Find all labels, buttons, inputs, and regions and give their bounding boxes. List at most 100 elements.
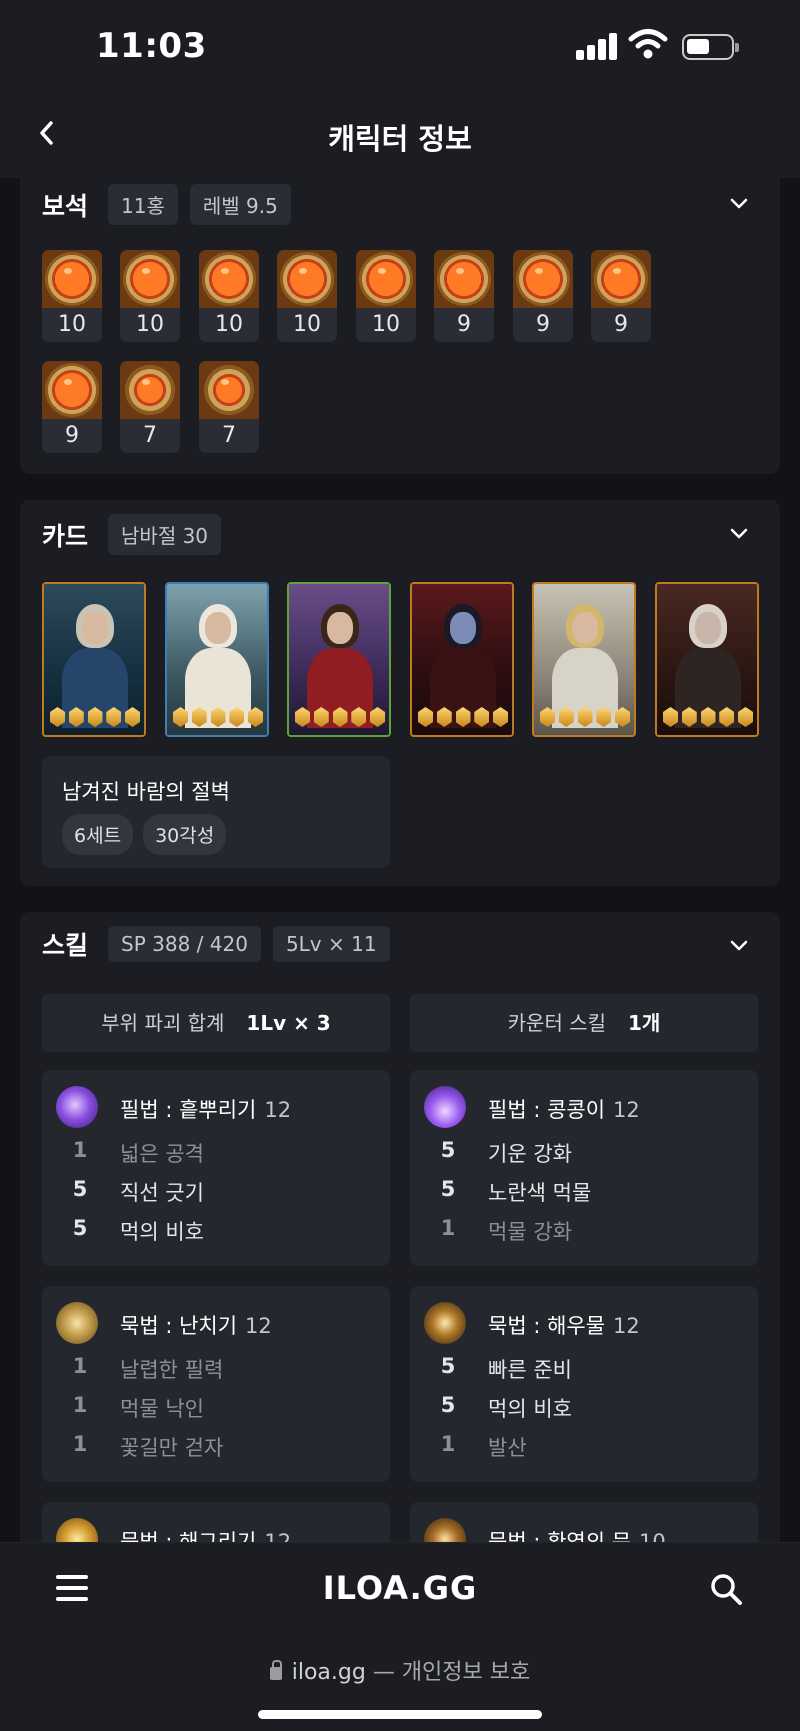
gems-count-chip: 11홍 bbox=[108, 184, 178, 225]
gem-icon bbox=[199, 361, 259, 419]
gems-title: 보석 bbox=[42, 191, 89, 221]
skill-icon bbox=[56, 1086, 98, 1128]
gem-slot[interactable]: 9 bbox=[42, 361, 102, 453]
part-break-summary: 부위 파괴 합계 1Lv × 3 bbox=[42, 994, 390, 1052]
card-set-chip: 남바절 30 bbox=[108, 514, 222, 555]
tripod-row: 1 넓은 공격 bbox=[72, 1138, 204, 1166]
awakening-stars-icon bbox=[540, 707, 630, 727]
chevron-down-icon[interactable] bbox=[728, 934, 750, 956]
gem-slot[interactable]: 10 bbox=[277, 250, 337, 342]
skill-card[interactable]: 묵법 : 해그리기 12 bbox=[42, 1502, 390, 1542]
card-portrait[interactable] bbox=[532, 582, 636, 737]
search-icon[interactable] bbox=[708, 1571, 744, 1607]
skill-level: 12 bbox=[264, 1098, 292, 1122]
gem-level: 9 bbox=[457, 312, 471, 337]
skill-icon bbox=[424, 1518, 466, 1542]
chevron-down-icon[interactable] bbox=[728, 192, 750, 214]
gem-slot[interactable]: 9 bbox=[434, 250, 494, 342]
gem-icon bbox=[42, 361, 102, 419]
gem-slot[interactable]: 10 bbox=[42, 250, 102, 342]
lock-icon bbox=[269, 1660, 282, 1680]
cards-title: 카드 bbox=[42, 521, 89, 551]
skill-name: 묵법 : 환영의 문 bbox=[488, 1530, 632, 1542]
gems-level-chip: 레벨 9.5 bbox=[189, 184, 291, 225]
skill-level: 12 bbox=[613, 1098, 640, 1122]
skill-points-chip: SP 388 / 420 bbox=[108, 926, 261, 962]
skill-card[interactable]: 묵법 : 환영의 문 10 bbox=[410, 1502, 758, 1542]
gem-level: 9 bbox=[536, 312, 550, 337]
app-header: 캐릭터 정보 bbox=[0, 90, 800, 178]
skill-card[interactable]: 묵법 : 난치기 12 1 날렵한 필력 1 먹물 낙인 1 꽃길만 걷자 bbox=[42, 1286, 390, 1482]
gem-slot[interactable]: 7 bbox=[120, 361, 180, 453]
gem-icon bbox=[356, 250, 416, 308]
tripod-row: 5 빠른 준비 bbox=[440, 1354, 572, 1382]
tripod-row: 5 먹의 비호 bbox=[440, 1393, 572, 1421]
card-portrait[interactable] bbox=[410, 582, 514, 737]
gem-icon bbox=[591, 250, 651, 308]
skill-icon bbox=[424, 1302, 466, 1344]
gem-slot[interactable]: 10 bbox=[120, 250, 180, 342]
gem-slot[interactable]: 9 bbox=[591, 250, 651, 342]
awakening-stars-icon bbox=[173, 707, 263, 727]
gem-level: 9 bbox=[614, 312, 628, 337]
url-domain: iloa.gg bbox=[291, 1660, 366, 1685]
card-portrait[interactable] bbox=[655, 582, 759, 737]
chevron-down-icon[interactable] bbox=[728, 522, 750, 544]
gem-slot[interactable]: 10 bbox=[356, 250, 416, 342]
site-logo[interactable]: ILOA.GG bbox=[0, 1569, 800, 1607]
gem-level: 7 bbox=[143, 423, 157, 448]
gem-level: 9 bbox=[65, 423, 79, 448]
tripod-row: 5 직선 긋기 bbox=[72, 1177, 204, 1205]
card-portrait[interactable] bbox=[42, 582, 146, 737]
gem-slot[interactable]: 10 bbox=[199, 250, 259, 342]
skill-name: 필법 : 콩콩이 bbox=[488, 1098, 606, 1122]
gem-slot[interactable]: 9 bbox=[513, 250, 573, 342]
awakening-stars-icon bbox=[663, 707, 753, 727]
gem-level: 7 bbox=[222, 423, 236, 448]
skill-level-chip: 5Lv × 11 bbox=[272, 926, 390, 962]
page-title: 캐릭터 정보 bbox=[328, 122, 472, 156]
tripod-row: 5 기운 강화 bbox=[440, 1138, 572, 1166]
skill-level: 12 bbox=[613, 1314, 640, 1338]
privacy-label: — 개인정보 보호 bbox=[372, 1660, 531, 1685]
gem-icon bbox=[42, 250, 102, 308]
part-break-label: 부위 파괴 합계 bbox=[101, 1011, 225, 1035]
counter-skill-value: 1개 bbox=[628, 1011, 661, 1035]
skill-level: 10 bbox=[639, 1530, 666, 1542]
skill-level: 12 bbox=[245, 1314, 272, 1338]
gems-section: 보석 11홍 레벨 9.5 10 10 10 10 10 9 9 9 9 7 7 bbox=[20, 178, 780, 474]
skill-card[interactable]: 필법 : 콩콩이 12 5 기운 강화 5 노란색 먹물 1 먹물 강화 bbox=[410, 1070, 758, 1266]
card-portrait[interactable] bbox=[165, 582, 269, 737]
skill-name: 필법 : 흩뿌리기 bbox=[120, 1098, 257, 1122]
gem-level: 10 bbox=[215, 312, 243, 337]
card-portrait[interactable] bbox=[287, 582, 391, 737]
content-scroll-area[interactable]: 보석 11홍 레벨 9.5 10 10 10 10 10 9 9 9 9 7 7… bbox=[0, 178, 800, 1542]
browser-url-bar[interactable]: iloa.gg — 개인정보 보호 bbox=[0, 1634, 800, 1731]
cards-section: 카드 남바절 30 남겨진 바람의 절벽 6세트 30각성 bbox=[20, 500, 780, 886]
tripod-row: 1 먹물 강화 bbox=[440, 1216, 572, 1244]
bottom-nav: ILOA.GG bbox=[0, 1542, 800, 1634]
gem-slot[interactable]: 7 bbox=[199, 361, 259, 453]
home-indicator[interactable] bbox=[258, 1710, 542, 1719]
wifi-icon bbox=[628, 29, 668, 59]
gem-icon bbox=[277, 250, 337, 308]
awakening-stars-icon bbox=[295, 707, 385, 727]
gem-icon bbox=[120, 361, 180, 419]
skill-icon bbox=[56, 1302, 98, 1344]
skill-card[interactable]: 묵법 : 해우물 12 5 빠른 준비 5 먹의 비호 1 발산 bbox=[410, 1286, 758, 1482]
awakening-pill: 30각성 bbox=[143, 814, 227, 855]
counter-skill-label: 카운터 스킬 bbox=[507, 1011, 607, 1035]
skills-title: 스킬 bbox=[42, 931, 89, 960]
awakening-stars-icon bbox=[50, 707, 140, 727]
tripod-row: 1 날렵한 필력 bbox=[72, 1354, 224, 1382]
gem-icon bbox=[434, 250, 494, 308]
skill-level: 12 bbox=[264, 1530, 292, 1542]
skill-icon bbox=[56, 1518, 98, 1542]
card-set-summary: 남겨진 바람의 절벽 6세트 30각성 bbox=[42, 756, 390, 868]
gem-level: 10 bbox=[372, 312, 400, 337]
counter-skill-summary: 카운터 스킬 1개 bbox=[410, 994, 758, 1052]
skill-card[interactable]: 필법 : 흩뿌리기 12 1 넓은 공격 5 직선 긋기 5 먹의 비호 bbox=[42, 1070, 390, 1266]
tripod-row: 1 꽃길만 걷자 bbox=[72, 1432, 224, 1460]
skill-name: 묵법 : 해그리기 bbox=[120, 1530, 257, 1542]
tripod-row: 5 먹의 비호 bbox=[72, 1216, 204, 1244]
